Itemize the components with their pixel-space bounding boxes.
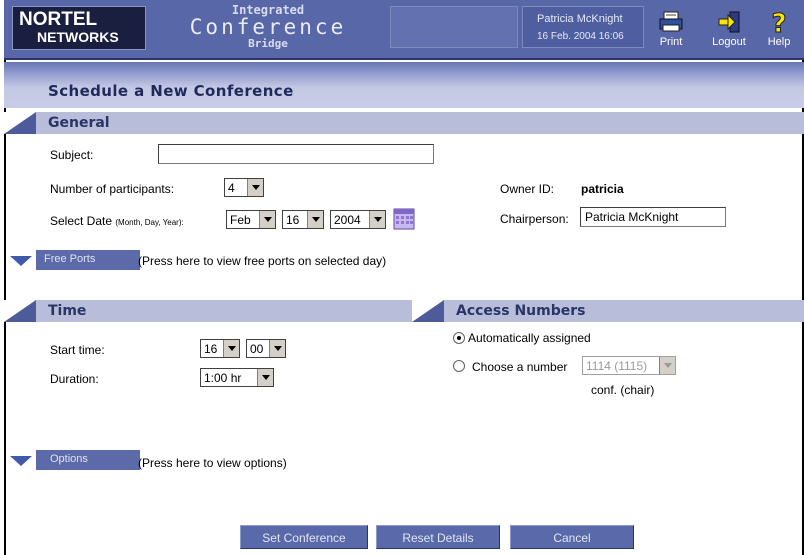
month-select[interactable]: Feb [226,210,276,229]
chairperson-label: Chairperson: [500,212,569,226]
page-title: Schedule a New Conference [48,82,294,100]
start-time-label: Start time: [50,343,105,357]
product-name: Integrated Conference Bridge [154,4,382,50]
title-band: Schedule a New Conference [4,62,804,108]
expand-arrow-icon [10,256,32,266]
subject-label: Subject: [50,148,94,162]
chairperson-input[interactable] [580,207,726,227]
print-button[interactable]: Print [652,10,690,56]
cancel-button[interactable]: Cancel [510,525,634,549]
app-header: NORTEL NETWORKS Integrated Conference Br… [4,0,804,60]
choose-number-radio[interactable] [453,360,465,372]
chevron-down-icon [223,340,239,357]
product-line3: Bridge [248,37,288,50]
participants-label: Number of participants: [50,182,175,196]
access-section-title: Access Numbers [456,303,586,319]
year-value: 2004 [334,213,361,227]
general-section-header: General [4,112,804,134]
help-label: Help [767,36,791,48]
options-button[interactable]: Options [36,450,140,470]
expand-arrow-icon [10,456,32,466]
print-label: Print [659,36,683,48]
logout-label: Logout [712,36,746,48]
logo-line1: NORTEL [19,9,98,30]
reset-details-button[interactable]: Reset Details [376,525,500,549]
options-hint: (Press here to view options) [138,456,287,470]
month-value: Feb [230,213,251,227]
chevron-down-icon [269,340,285,357]
current-datetime: 16 Feb. 2004 16:06 [537,31,624,42]
owner-id-label: Owner ID: [500,182,555,196]
date-label-text: Select Date [50,214,113,228]
logout-icon [718,11,740,33]
date-hint: (Month, Day, Year): [115,218,184,227]
auto-assign-label: Automatically assigned [468,331,591,345]
start-minute-select[interactable]: 00 [246,339,286,358]
time-section-title: Time [48,303,87,319]
date-label: Select Date (Month, Day, Year): [50,214,184,228]
user-name: Patricia McKnight [537,13,623,25]
year-select[interactable]: 2004 [330,210,386,229]
subject-input[interactable] [158,144,434,164]
help-button[interactable]: ? Help [760,10,798,56]
access-number-select[interactable]: 1114 (1115) [582,356,676,375]
set-conference-button[interactable]: Set Conference [240,525,368,549]
chevron-down-icon [369,211,385,228]
chevron-down-icon [257,369,273,386]
logo-line2: NETWORKS [37,29,119,45]
duration-select[interactable]: 1:00 hr [200,368,274,387]
choose-number-label: Choose a number [472,360,568,374]
auto-assign-radio[interactable] [453,332,465,344]
chevron-down-icon [307,211,323,228]
access-number-caption: conf. (chair) [591,383,655,397]
general-section-title: General [48,115,110,131]
time-section-header: Time [4,300,424,322]
chevron-down-icon [659,357,675,374]
product-line2: Conference [189,15,347,39]
duration-value: 1:00 hr [204,371,242,385]
chevron-down-icon [259,211,275,228]
free-ports-button[interactable]: Free Ports [36,250,140,270]
calendar-icon[interactable] [393,208,415,230]
day-select[interactable]: 16 [282,210,324,229]
header-spacer-box [390,6,518,48]
svg-text:?: ? [771,10,786,34]
start-minute-value: 00 [250,342,264,356]
printer-icon [659,11,683,32]
day-value: 16 [286,213,300,227]
help-icon: ? [771,10,787,34]
participants-value: 4 [228,181,235,195]
logout-button[interactable]: Logout [710,10,748,56]
owner-id-value: patricia [581,182,624,196]
access-section-header: Access Numbers [412,300,804,322]
access-number-value: 1114 (1115) [586,359,648,373]
participants-select[interactable]: 4 [224,178,264,197]
user-info-box: Patricia McKnight 16 Feb. 2004 16:06 [522,6,644,48]
start-hour-select[interactable]: 16 [200,339,240,358]
duration-label: Duration: [50,372,99,386]
chevron-down-icon [247,179,263,196]
free-ports-hint: (Press here to view free ports on select… [138,254,387,268]
nortel-logo: NORTEL NETWORKS [12,6,146,50]
free-ports-toggle[interactable]: Free Ports [10,250,150,272]
start-hour-value: 16 [204,342,218,356]
options-toggle[interactable]: Options [10,450,150,472]
